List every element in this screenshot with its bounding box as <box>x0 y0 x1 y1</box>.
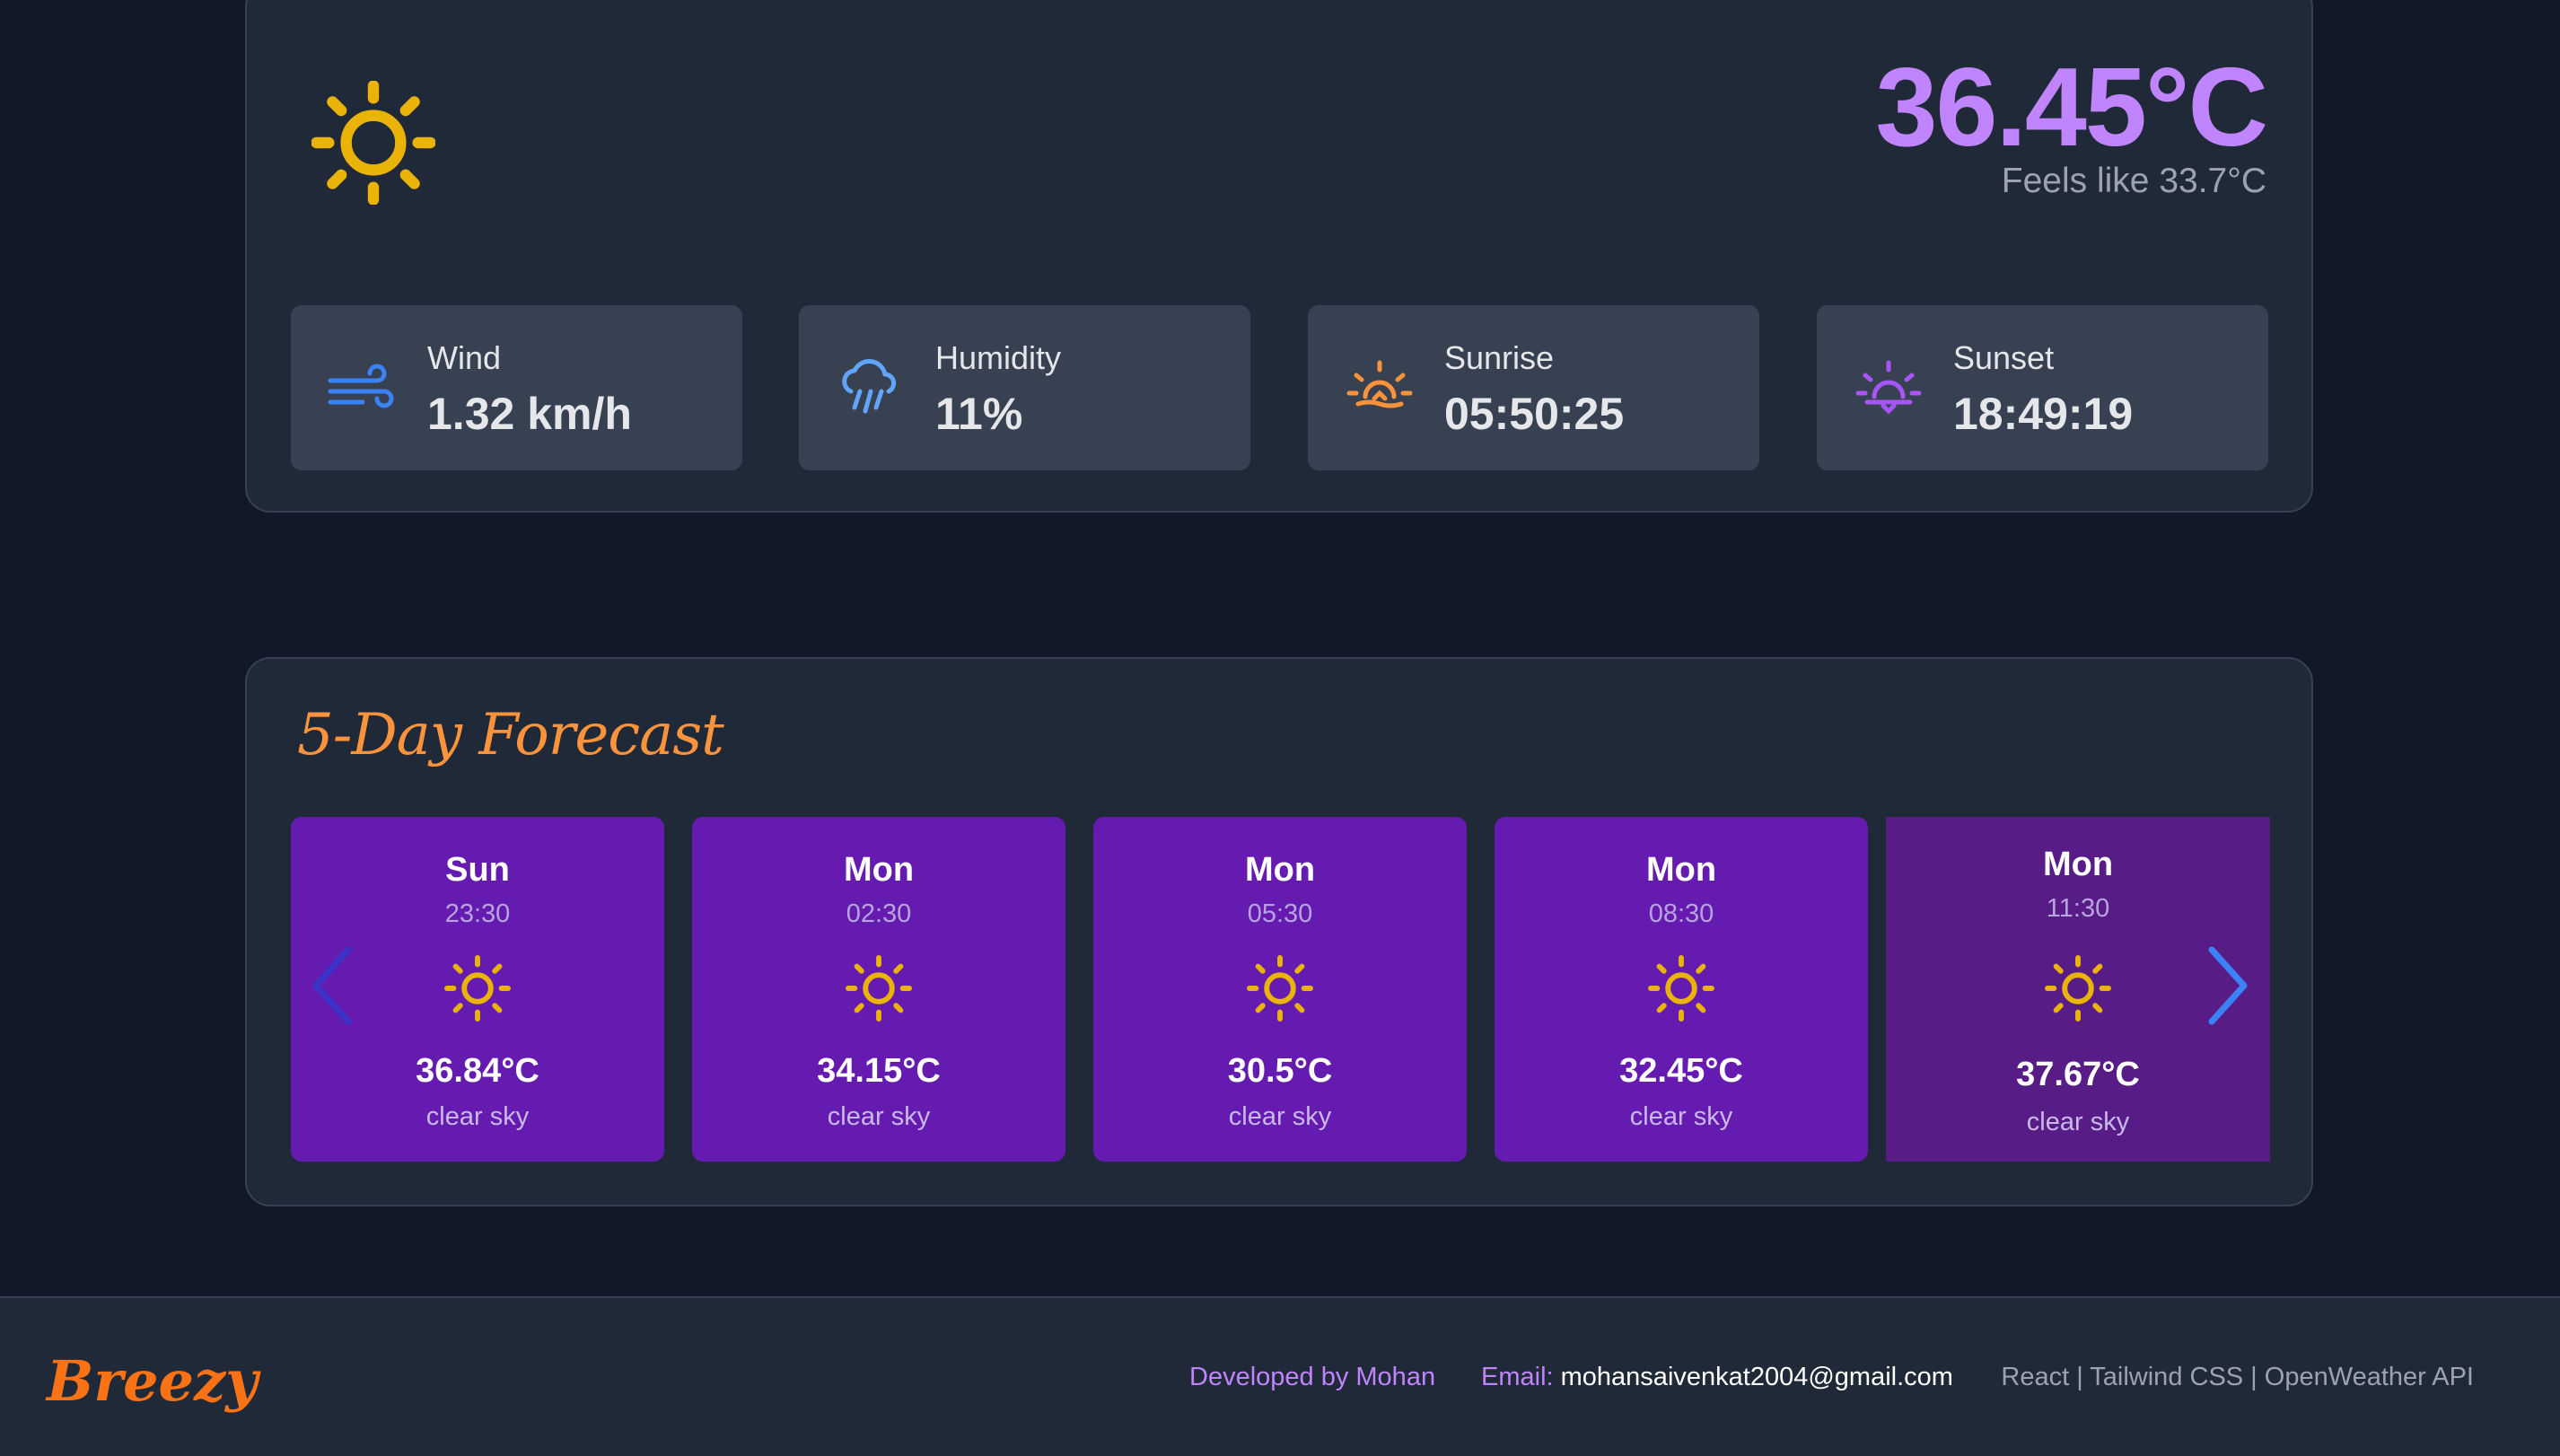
forecast-desc: clear sky <box>425 1102 530 1131</box>
feels-like-text: Feels like 33.7°C <box>2001 162 2266 200</box>
sun-icon <box>1648 955 1714 1022</box>
sunset-icon <box>1855 360 1922 415</box>
wind-icon <box>328 364 394 408</box>
stat-value: 18:49:19 <box>1953 389 2134 439</box>
stat-label: Sunrise <box>1444 339 1555 376</box>
forecast-day: Mon <box>843 851 915 889</box>
sun-icon <box>846 955 912 1022</box>
stat-card-humidity: Humidity 11% <box>799 305 1250 470</box>
forecast-temp: 32.45°C <box>1619 1052 1743 1090</box>
tech-stack: React | Tailwind CSS | OpenWeather API <box>2001 1363 2474 1391</box>
forecast-item[interactable]: Mon 05:30 30.5°C clear sky <box>1093 817 1467 1162</box>
forecast-day: Mon <box>1244 851 1316 889</box>
forecast-card: 5-Day Forecast Sun 23:30 36.84°C clear s… <box>245 657 2313 1206</box>
sun-icon <box>444 955 511 1022</box>
rain-cloud-icon <box>842 359 897 414</box>
forecast-time: 23:30 <box>444 899 511 928</box>
forecast-time: 08:30 <box>1648 899 1714 928</box>
forecast-temp: 34.15°C <box>817 1052 941 1090</box>
stat-value: 1.32 km/h <box>427 389 632 439</box>
forecast-desc: clear sky <box>1228 1102 1332 1131</box>
email-link[interactable]: mohansaivenkat2004@gmail.com <box>1561 1363 1953 1391</box>
forecast-time: 11:30 <box>2046 894 2110 923</box>
footer-email: Email: mohansaivenkat2004@gmail.com <box>1481 1363 1953 1392</box>
sun-icon <box>1247 955 1313 1022</box>
current-weather-card: 36.45°C Feels like 33.7°C Wind 1.32 km/h… <box>245 0 2313 513</box>
stat-label: Humidity <box>935 339 1062 376</box>
stat-label: Sunset <box>1953 339 2055 376</box>
forecast-desc: clear sky <box>2026 1108 2130 1136</box>
email-label: Email: <box>1481 1363 1554 1391</box>
stat-card-wind: Wind 1.32 km/h <box>291 305 742 470</box>
forecast-day: Mon <box>1645 851 1717 889</box>
sun-icon <box>2045 955 2111 1022</box>
footer: Breezy Developed by Mohan Email: mohansa… <box>0 1296 2560 1456</box>
carousel-prev-button[interactable] <box>305 943 359 1029</box>
current-temperature: 36.45°C <box>1875 46 2268 170</box>
forecast-time: 05:30 <box>1247 899 1313 928</box>
forecast-temp: 30.5°C <box>1227 1052 1333 1090</box>
forecast-item[interactable]: Mon 08:30 32.45°C clear sky <box>1495 817 1868 1162</box>
stat-card-sunset: Sunset 18:49:19 <box>1817 305 2268 470</box>
forecast-time: 02:30 <box>846 899 912 928</box>
sunrise-icon <box>1346 360 1413 408</box>
sun-icon <box>311 81 435 205</box>
forecast-item[interactable]: Mon 02:30 34.15°C clear sky <box>692 817 1065 1162</box>
stat-value: 11% <box>935 389 1023 439</box>
forecast-desc: clear sky <box>827 1102 931 1131</box>
forecast-temp: 36.84°C <box>416 1052 539 1090</box>
forecast-temp: 37.67°C <box>2016 1056 2140 1093</box>
carousel-next-button[interactable] <box>2201 943 2255 1029</box>
stat-value: 05:50:25 <box>1444 389 1625 439</box>
stat-card-sunrise: Sunrise 05:50:25 <box>1308 305 1759 470</box>
forecast-title: 5-Day Forecast <box>297 702 724 768</box>
forecast-day: Sun <box>445 851 510 889</box>
developer-credit: Developed by Mohan <box>1189 1363 1436 1391</box>
stat-label: Wind <box>427 339 502 376</box>
brand-logo: Breezy <box>47 1348 259 1414</box>
forecast-desc: clear sky <box>1629 1102 1733 1131</box>
forecast-day: Mon <box>2042 846 2114 883</box>
